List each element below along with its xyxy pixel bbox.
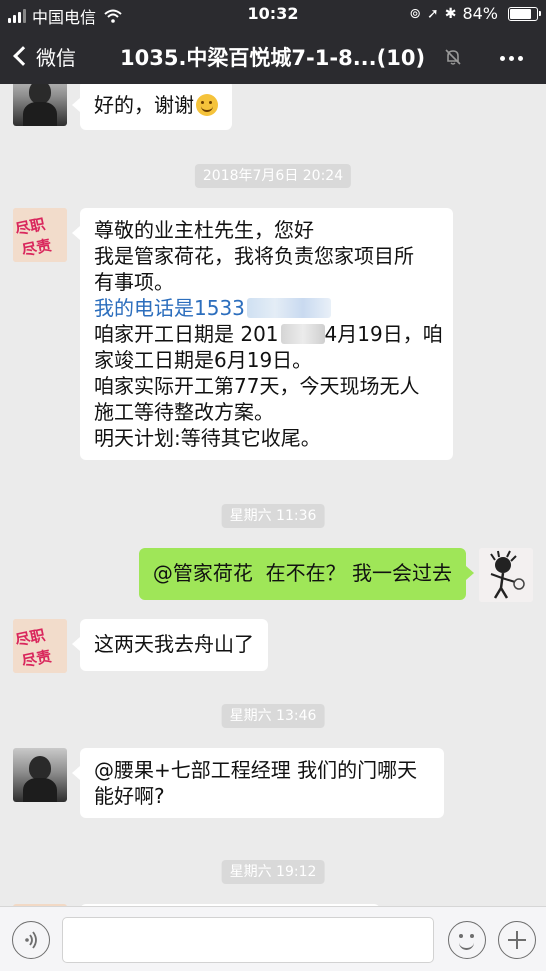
battery-percent: 84% (462, 4, 498, 23)
sender-avatar[interactable]: 尽职 尽责 (13, 619, 67, 673)
message-text: 咱家开工日期是 201 (94, 322, 279, 346)
message-bubble[interactable]: 这两天我去舟山了 (72, 619, 268, 671)
message-line: 家竣工日期是6月19日。 (94, 348, 313, 372)
message-bubble[interactable]: @管家荷花 在不在？ 我一会过去 (138, 548, 475, 600)
message-input[interactable] (62, 917, 434, 963)
sender-avatar[interactable] (13, 84, 67, 126)
message-line: 有事项。 (94, 270, 174, 294)
brand-logo-icon: 尽职 尽责 (13, 619, 67, 673)
message-text: 4月19日，咱 (324, 322, 443, 346)
location-arrow-icon: ➚ (426, 5, 439, 22)
battery-icon (508, 6, 541, 21)
message-text: @管家荷花 在不在？ 我一会过去 (152, 561, 452, 585)
message-line: 能好啊? (94, 784, 165, 808)
my-avatar[interactable] (479, 548, 533, 602)
phone-number-link[interactable]: 我的电话是1533 (94, 296, 245, 320)
chat-header: 微信 1035.中梁百悦城7-1-8...(10) (0, 28, 546, 84)
message-line: 我的电话是1533 (94, 295, 439, 321)
back-chevron-icon (13, 46, 33, 66)
message-text: 这两天我去舟山了 (94, 632, 254, 656)
message-line: 明天计划:等待其它收尾。 (94, 426, 321, 450)
time-stamp: 星期六 11:36 (221, 504, 325, 528)
voice-input-button[interactable] (12, 921, 50, 959)
mute-bell-icon (445, 49, 461, 65)
message-bubble[interactable]: @腰果+七部工程经理 我们的门哪天 能好啊? (72, 748, 444, 818)
message-line: @腰果+七部工程经理 我们的门哪天 (94, 758, 418, 782)
back-label: 微信 (36, 45, 76, 70)
message-list[interactable]: 好的，谢谢 2018年7月6日 20:24 尽职 尽责 尊敬的业主杜先生，您好 … (0, 84, 546, 906)
more-options-icon[interactable] (496, 52, 527, 65)
input-bar (0, 906, 546, 971)
smile-emoji-icon (196, 94, 218, 116)
message-bubble[interactable]: 好的，谢谢 (72, 84, 232, 130)
message-bubble[interactable]: 尊敬的业主杜先生，您好 我是管家荷花，我将负责您家项目所 有事项。 我的电话是1… (72, 208, 453, 460)
brand-logo-icon: 尽职 尽责 (13, 208, 67, 262)
sender-avatar[interactable] (13, 748, 67, 802)
orientation-lock-icon: ⊚ (409, 5, 421, 22)
time-stamp: 2018年7月6日 20:24 (194, 164, 352, 188)
emoji-button[interactable] (448, 921, 486, 959)
status-right: ⊚ ➚ ✱ 84% (409, 4, 541, 23)
message-line: 我是管家荷花，我将负责您家项目所 (94, 244, 414, 268)
more-functions-button[interactable] (498, 921, 536, 959)
battery-fill (510, 8, 531, 19)
redaction-mask (280, 324, 325, 344)
voice-wave-icon (25, 931, 37, 949)
redaction-mask (246, 298, 331, 318)
message-line: 咱家开工日期是 201 4月19日，咱 (94, 321, 443, 347)
message-text: 好的，谢谢 (94, 93, 194, 117)
sender-avatar[interactable]: 尽职 尽责 (13, 208, 67, 262)
bluetooth-icon: ✱ (444, 5, 457, 22)
message-line: 咱家实际开工第77天，今天现场无人 (94, 374, 420, 398)
back-button[interactable]: 微信 (8, 36, 76, 76)
time-stamp: 星期六 19:12 (221, 860, 325, 884)
time-stamp: 星期六 13:46 (221, 704, 325, 728)
chat-title: 1035.中梁百悦城7-1-8...(10) (120, 46, 426, 70)
message-line: 尊敬的业主杜先生，您好 (94, 218, 314, 242)
cartoon-figure-icon (479, 548, 533, 602)
status-bar: 中国电信 10:32 ⊚ ➚ ✱ 84% (0, 0, 546, 28)
message-line: 施工等待整改方案。 (94, 400, 274, 424)
